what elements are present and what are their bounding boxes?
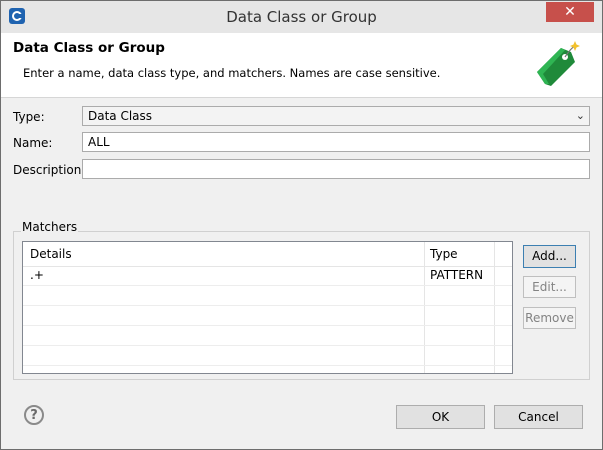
matchers-group-label: Matchers: [21, 220, 79, 234]
table-header: Details Type: [23, 242, 512, 267]
type-label: Type:: [13, 110, 45, 124]
table-row-empty: [23, 346, 512, 366]
remove-button[interactable]: Remove: [523, 307, 576, 329]
type-select-value: Data Class: [88, 109, 153, 123]
table-cell-type: PATTERN: [430, 268, 484, 282]
table-row-empty: [23, 306, 512, 326]
table-row-empty: [23, 326, 512, 346]
table-row[interactable]: .+ PATTERN: [23, 266, 512, 286]
close-button[interactable]: ✕: [546, 2, 594, 22]
edit-button[interactable]: Edit...: [523, 276, 576, 298]
header-title: Data Class or Group: [13, 40, 165, 56]
dialog-header: Data Class or Group Enter a name, data c…: [1, 33, 602, 98]
help-icon[interactable]: ?: [24, 405, 44, 425]
dialog-window: Data Class or Group ✕ Data Class or Grou…: [0, 0, 603, 450]
table-row-empty: [23, 286, 512, 306]
add-button[interactable]: Add...: [523, 245, 576, 268]
description-input[interactable]: [82, 159, 590, 179]
name-label: Name:: [13, 136, 53, 150]
name-input-value: ALL: [88, 135, 110, 149]
description-label: Description:: [13, 163, 86, 177]
green-tag-icon: [537, 41, 580, 86]
title-bar: Data Class or Group ✕: [1, 1, 602, 33]
column-header-details[interactable]: Details: [30, 247, 72, 261]
type-select[interactable]: Data Class ⌄: [82, 106, 590, 126]
column-header-type[interactable]: Type: [430, 247, 458, 261]
table-cell-details: .+: [30, 268, 44, 282]
chevron-down-icon: ⌄: [575, 109, 585, 122]
ok-button[interactable]: OK: [396, 405, 485, 429]
cancel-button[interactable]: Cancel: [494, 405, 583, 429]
name-input[interactable]: ALL: [82, 132, 590, 152]
matchers-table[interactable]: Details Type .+ PATTERN: [22, 241, 513, 374]
window-title: Data Class or Group: [226, 8, 377, 26]
header-description: Enter a name, data class type, and match…: [23, 66, 441, 80]
